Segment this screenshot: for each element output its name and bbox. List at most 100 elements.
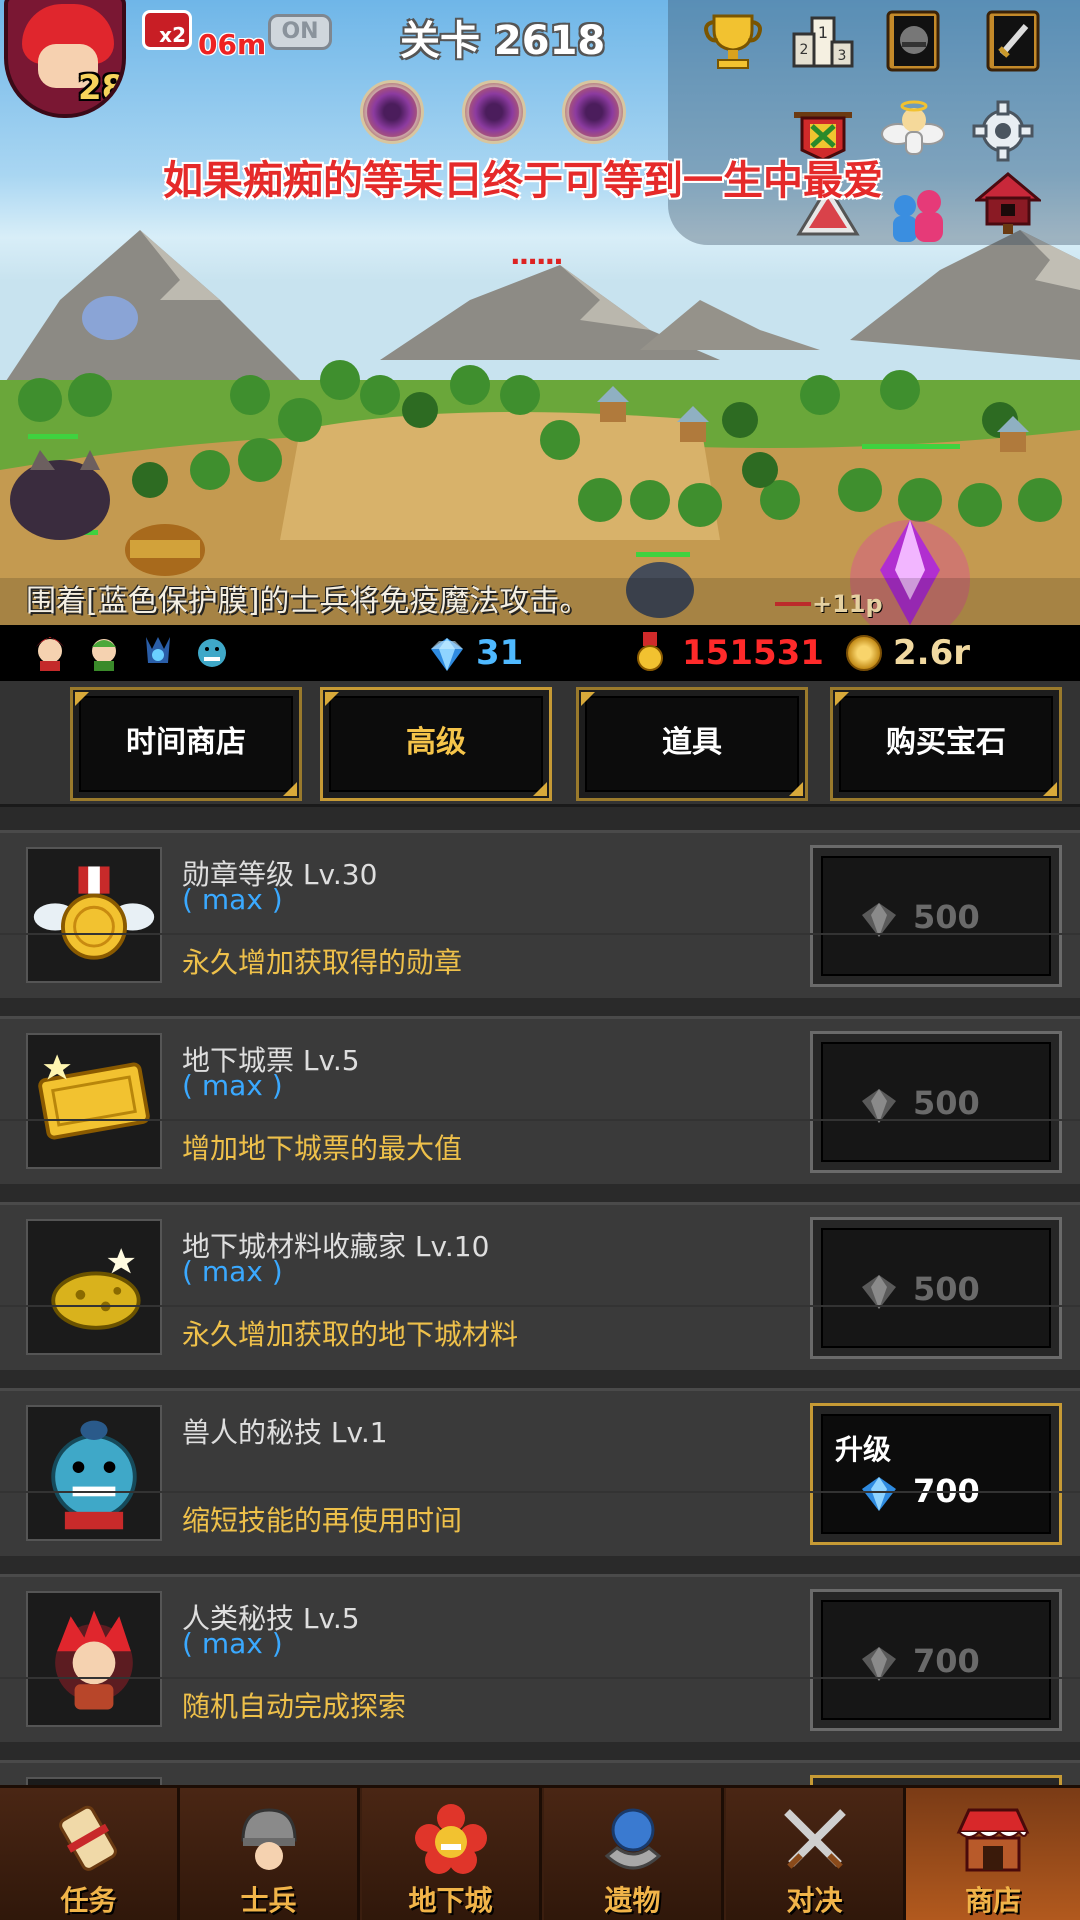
item-description: 增加地下城票的最大值 (182, 1132, 463, 1165)
item-max-label: ( max ) (182, 883, 283, 916)
battle-tip-text: 围着[蓝色保护膜]的士兵将免疫魔法攻击。 (0, 578, 1080, 625)
gold-coin-icon (846, 635, 882, 671)
angel-icon[interactable] (880, 98, 946, 164)
item-title: 兽人的秘技 Lv.1 (182, 1416, 388, 1449)
item-max-label: ( max ) (182, 1069, 283, 1102)
scroll-icon (58, 1805, 117, 1871)
elf-mini-icon[interactable] (84, 633, 124, 673)
list-item: 地下城材料收藏家 Lv.10 ( max ) 永久增加获取的地下城材料 500 (0, 1202, 1080, 1370)
item-max-label: ( max ) (182, 1627, 283, 1660)
gem-icon (862, 1089, 896, 1123)
item-description: 缩短技能的再使用时间 (182, 1504, 463, 1537)
upgrade-button[interactable] (810, 1775, 1062, 1785)
shop-tabs: 时间商店 高级 道具 购买宝石 (0, 681, 1080, 807)
nav-quests[interactable]: 任务 (0, 1788, 180, 1920)
community-people-icon[interactable] (885, 180, 951, 246)
svg-text:3: 3 (838, 48, 847, 64)
battle-scene: 28 x2 06m ON 关卡 2618 1 2 3 如果痴痴的等某日终于可等到… (0, 0, 1080, 625)
list-item: 地下城票 Lv.5 ( max ) 增加地下城票的最大值 500 (0, 1016, 1080, 1184)
gem-icon (862, 903, 896, 937)
list-item: 勋章等级 Lv.30 ( max ) 永久增加获取得的勋章 500 (0, 830, 1080, 998)
item-description: 永久增加获取的地下城材料 (182, 1318, 519, 1351)
price-value: 500 (913, 1270, 980, 1308)
hero-mini-icon[interactable] (30, 633, 70, 673)
upgrade-list[interactable]: 勋章等级 Lv.30 ( max ) 永久增加获取得的勋章 500 地下城票 L… (0, 810, 1080, 1785)
gem-icon (431, 638, 463, 671)
speed-boost-button[interactable]: x2 (142, 10, 192, 50)
settings-gear-icon[interactable] (970, 98, 1036, 164)
medal-icon (637, 632, 663, 671)
nav-label: 任务 (60, 1884, 117, 1917)
gold-count: 2.6r (893, 633, 970, 673)
medal-icon (26, 847, 162, 983)
ranking-podium-icon[interactable]: 1 2 3 (790, 8, 856, 74)
gem-icon (862, 1477, 896, 1511)
damage-popup: +11p (812, 590, 883, 618)
nav-label: 士兵 (240, 1884, 297, 1917)
shop-icon (956, 1808, 1030, 1872)
item-thumbnail (26, 1777, 162, 1785)
soldier-helmet-icon (240, 1808, 297, 1870)
gem-icon (862, 1275, 896, 1309)
dungeon-flower-icon (414, 1804, 487, 1874)
tab-items[interactable]: 道具 (576, 687, 808, 801)
tab-time-shop[interactable]: 时间商店 (70, 687, 302, 801)
nav-label: 商店 (964, 1884, 1021, 1917)
nav-shop[interactable]: 商店 (906, 1788, 1080, 1920)
loading-dots: ...... (510, 238, 564, 271)
speed-boost-timer: 06m (198, 28, 267, 61)
nav-soldiers[interactable]: 士兵 (180, 1788, 360, 1920)
upgrade-label: 升级 (835, 1433, 892, 1466)
purchase-button[interactable]: 500 (810, 1217, 1062, 1359)
list-item (0, 1760, 1080, 1785)
bottom-nav: 任务 士兵 地下城 遗物 对决 商店 (0, 1785, 1080, 1920)
medal-count: 151531 (682, 633, 824, 673)
tab-buy-gems[interactable]: 购买宝石 (830, 687, 1062, 801)
player-avatar[interactable]: 28 (4, 0, 126, 118)
nav-label: 遗物 (604, 1884, 661, 1917)
gold-ore-icon (26, 1219, 162, 1355)
ticket-icon (26, 1033, 162, 1169)
price-value: 700 (913, 1472, 980, 1510)
price-value: 500 (913, 898, 980, 936)
gem-icon (862, 1647, 896, 1681)
svg-text:2: 2 (800, 42, 809, 58)
mailbox-house-icon[interactable] (975, 170, 1041, 236)
auto-toggle[interactable]: ON (268, 14, 332, 50)
announcement-marquee: 如果痴痴的等某日终于可等到一生中最爱 (163, 158, 883, 204)
orc-mini-icon[interactable] (192, 633, 232, 673)
price-value: 700 (913, 1642, 980, 1680)
resource-bar: 31 151531 2.6r (0, 625, 1080, 681)
svg-text:1: 1 (818, 23, 828, 42)
orc-icon (26, 1405, 162, 1541)
nav-relics[interactable]: 遗物 (544, 1788, 724, 1920)
nav-duel[interactable]: 对决 (726, 1788, 906, 1920)
purchase-button[interactable]: 700 (810, 1589, 1062, 1731)
tab-premium[interactable]: 高级 (320, 687, 552, 801)
nav-dungeon[interactable]: 地下城 (362, 1788, 542, 1920)
item-max-label: ( max ) (182, 1255, 283, 1288)
purchase-button[interactable]: 500 (810, 845, 1062, 987)
list-item: 兽人的秘技 Lv.1 缩短技能的再使用时间 升级 700 (0, 1388, 1080, 1556)
skill-orb-1[interactable] (360, 80, 424, 144)
skill-orb-3[interactable] (562, 80, 626, 144)
relic-orb-icon (604, 1808, 661, 1870)
player-level: 28 (78, 68, 126, 108)
stage-number: 关卡 2618 (400, 18, 606, 64)
trophy-icon[interactable] (700, 8, 766, 74)
gem-count: 31 (476, 633, 524, 673)
crossed-swords-icon (783, 1809, 846, 1869)
upgrade-button[interactable]: 升级 700 (810, 1403, 1062, 1545)
item-description: 随机自动完成探索 (182, 1690, 407, 1723)
item-description: 永久增加获取得的勋章 (182, 946, 463, 979)
nav-label: 对决 (786, 1884, 843, 1917)
list-item: 人类秘技 Lv.5 ( max ) 随机自动完成探索 700 (0, 1574, 1080, 1742)
purchase-button[interactable]: 500 (810, 1031, 1062, 1173)
human-icon (26, 1591, 162, 1727)
soldier-book-icon[interactable] (880, 8, 946, 74)
undead-mini-icon[interactable] (138, 633, 178, 673)
price-value: 500 (913, 1084, 980, 1122)
weapon-book-icon[interactable] (980, 8, 1046, 74)
nav-label: 地下城 (408, 1884, 493, 1917)
skill-orb-2[interactable] (462, 80, 526, 144)
